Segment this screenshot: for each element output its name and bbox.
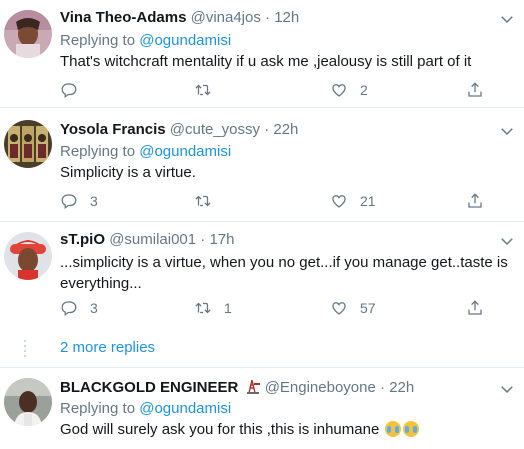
retweet-button[interactable]: 1 xyxy=(194,298,232,318)
reply-icon xyxy=(61,194,77,210)
heart-icon xyxy=(332,302,346,315)
like-button[interactable]: 57 xyxy=(330,298,376,318)
tweet-actions: 3 1 57 xyxy=(60,298,490,318)
tweet-yosola-francis[interactable]: Yosola Francis @cute_yossy · 22h Replyin… xyxy=(0,108,524,221)
replying-to: Replying to @ogundamisi xyxy=(60,142,231,162)
avatar[interactable] xyxy=(4,10,52,58)
user-handle[interactable]: @sumilai001 xyxy=(109,231,196,248)
chevron-down-icon[interactable] xyxy=(498,10,516,28)
heart-icon xyxy=(332,195,346,208)
tweet-text: ...simplicity is a virtue, when you no g… xyxy=(60,254,508,292)
timestamp[interactable]: 22h xyxy=(389,379,414,396)
separator-dot: · xyxy=(200,231,206,248)
show-more-replies-link[interactable]: 2 more replies xyxy=(60,339,155,356)
share-icon xyxy=(468,300,482,315)
replying-to: Replying to @ogundamisi xyxy=(60,399,231,419)
retweet-icon xyxy=(195,302,211,314)
share-icon xyxy=(468,82,482,97)
replying-to: Replying to @ogundamisi xyxy=(60,31,231,51)
reply-count: 3 xyxy=(90,300,98,316)
user-handle[interactable]: @vina4jos xyxy=(191,9,261,26)
tweet-header: BLACKGOLD ENGINEER @Engineboyone · 22h xyxy=(60,378,414,400)
separator-dot: · xyxy=(264,121,270,138)
replying-to-prefix: Replying to xyxy=(60,400,136,417)
timestamp[interactable]: 22h xyxy=(273,121,298,138)
chevron-down-icon[interactable] xyxy=(498,380,516,398)
mention-link[interactable]: @ogundamisi xyxy=(139,32,231,49)
oil-rig-icon xyxy=(245,378,261,400)
chevron-down-icon[interactable] xyxy=(498,122,516,140)
display-name[interactable]: BLACKGOLD ENGINEER xyxy=(60,379,238,396)
tweet-vina-theo-adams[interactable]: Vina Theo-Adams @vina4jos · 12h Replying… xyxy=(0,0,524,107)
reply-icon xyxy=(61,83,77,99)
like-count: 57 xyxy=(360,300,376,316)
thread-continuation-dots xyxy=(24,340,26,360)
tweet-st-pio[interactable]: sT.piO @sumilai001 · 17h ...simplicity i… xyxy=(0,222,524,332)
mention-link[interactable]: @ogundamisi xyxy=(139,143,231,160)
reply-button[interactable]: 3 xyxy=(60,298,98,318)
share-icon xyxy=(468,193,482,208)
share-button[interactable] xyxy=(466,191,484,211)
retweet-icon xyxy=(195,84,211,96)
reply-count: 3 xyxy=(90,193,98,209)
display-name[interactable]: Vina Theo-Adams xyxy=(60,9,186,26)
reply-button[interactable] xyxy=(60,80,90,100)
tweet-header: Yosola Francis @cute_yossy · 22h xyxy=(60,120,298,140)
avatar[interactable] xyxy=(4,120,52,168)
tweet-text: God will surely ask you for this ,this i… xyxy=(60,419,510,440)
replying-to-prefix: Replying to xyxy=(60,143,136,160)
replying-to-prefix: Replying to xyxy=(60,32,136,49)
reply-icon xyxy=(61,301,77,317)
like-button[interactable]: 21 xyxy=(330,191,376,211)
user-handle[interactable]: @cute_yossy xyxy=(170,121,260,138)
retweet-count: 1 xyxy=(224,300,232,316)
tweet-actions: 3 21 xyxy=(60,191,490,211)
tweet-text: Simplicity is a virtue. xyxy=(60,164,196,181)
retweet-button[interactable] xyxy=(194,80,224,100)
tweet-header: Vina Theo-Adams @vina4jos · 12h xyxy=(60,8,299,28)
mention-link[interactable]: @ogundamisi xyxy=(139,400,231,417)
reply-button[interactable]: 3 xyxy=(60,191,98,211)
avatar[interactable] xyxy=(4,232,52,280)
tweet-blackgold-engineer[interactable]: BLACKGOLD ENGINEER @Engineboyone · 22h R… xyxy=(0,368,524,449)
timestamp[interactable]: 17h xyxy=(209,231,234,248)
like-count: 21 xyxy=(360,193,376,209)
user-handle[interactable]: @Engineboyone xyxy=(265,379,376,396)
tweet-text-content: God will surely ask you for this ,this i… xyxy=(60,421,380,438)
share-button[interactable] xyxy=(466,298,484,318)
like-count: 2 xyxy=(360,82,368,98)
heart-icon xyxy=(332,84,346,97)
avatar[interactable] xyxy=(4,378,52,426)
tweet-actions: 2 xyxy=(60,80,490,100)
like-button[interactable]: 2 xyxy=(330,80,368,100)
display-name[interactable]: Yosola Francis xyxy=(60,121,166,138)
chevron-down-icon[interactable] xyxy=(498,232,516,250)
share-button[interactable] xyxy=(466,80,484,100)
retweet-button[interactable] xyxy=(194,191,224,211)
separator-dot: · xyxy=(265,9,271,26)
loudly-crying-face-icon xyxy=(385,421,402,437)
tweet-header: sT.piO @sumilai001 · 17h xyxy=(60,230,235,250)
timestamp[interactable]: 12h xyxy=(274,9,299,26)
retweet-icon xyxy=(195,195,211,207)
loudly-crying-face-icon xyxy=(403,421,420,437)
display-name[interactable]: sT.piO xyxy=(60,231,105,248)
tweet-text: That's witchcraft mentality if u ask me … xyxy=(60,53,472,70)
separator-dot: · xyxy=(380,379,386,396)
